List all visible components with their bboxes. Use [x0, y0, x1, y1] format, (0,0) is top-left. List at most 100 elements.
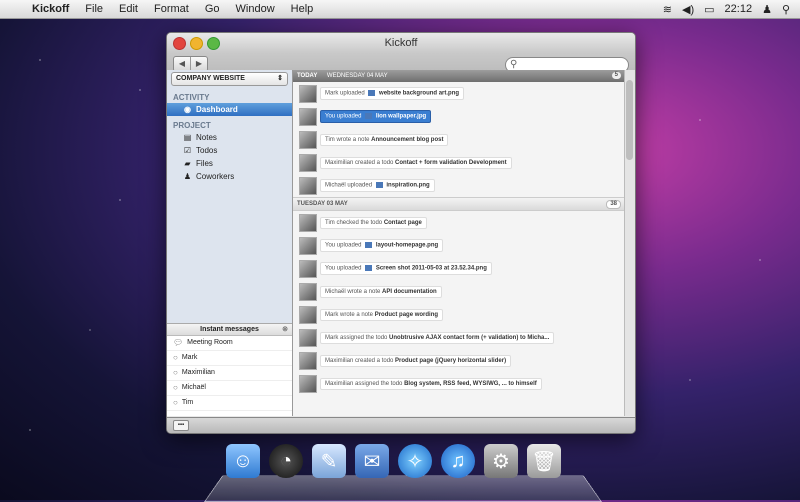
menu-help[interactable]: Help	[283, 3, 322, 15]
sidebar-item-todos[interactable]: ☑ Todos	[167, 144, 292, 157]
project-select[interactable]: COMPANY WEBSITE ⇕	[171, 72, 288, 86]
feed-item-subject[interactable]: Product page (jQuery horizontal slider)	[395, 358, 506, 364]
zoom-button[interactable]	[207, 37, 220, 50]
finder-icon[interactable]: ☺	[226, 444, 260, 478]
chat-bubble-icon: 💬︎	[173, 338, 184, 347]
battery-icon[interactable]: ▭	[704, 3, 714, 16]
feed-item-text: You uploaded layout-homepage.png	[320, 239, 444, 252]
day-header-label: TUESDAY 03 MAY	[297, 201, 348, 207]
feed-item-subject[interactable]: lion wallpaper.jpg	[376, 114, 426, 120]
feed-item-text: You uploaded Screen shot 2011-05-03 at 2…	[320, 262, 492, 275]
close-icon[interactable]: ⊗	[282, 324, 288, 335]
wifi-icon[interactable]: ≋	[663, 3, 672, 16]
feed-item-subject[interactable]: Contact + form validation Development	[395, 160, 507, 166]
im-contact-mark[interactable]: ○ Mark	[167, 351, 292, 366]
menu-format[interactable]: Format	[146, 3, 197, 15]
traffic-lights	[173, 37, 220, 50]
feed-item-prefix: You uploaded	[325, 113, 362, 120]
address-book-icon[interactable]: ✎	[312, 444, 346, 478]
avatar	[299, 305, 317, 324]
feed-item[interactable]: Maximilian assigned the todo Blog system…	[293, 372, 625, 395]
feed-scrollbar[interactable]	[624, 70, 635, 416]
clock[interactable]: 22:12	[725, 3, 753, 15]
trash-icon[interactable]: 🗑︎	[527, 444, 561, 478]
feed-item-subject[interactable]: website background art.png	[379, 91, 459, 97]
updown-arrow-icon: ⇕	[277, 75, 283, 82]
feed-item-prefix: Tim wrote a note	[325, 136, 370, 143]
im-room-meeting[interactable]: 💬︎ Meeting Room	[167, 336, 292, 351]
user-icon[interactable]: ♟	[762, 3, 772, 16]
feed-item[interactable]: Maximilian created a todo Contact + form…	[293, 151, 625, 174]
scroll-thumb[interactable]	[626, 80, 633, 160]
im-contact-maximilian[interactable]: ○ Maximilian	[167, 366, 292, 381]
feed-item[interactable]: Michaël wrote a note API documentation	[293, 280, 625, 303]
volume-icon[interactable]: ◀)	[682, 3, 694, 16]
sidebar-item-files[interactable]: ▰ Files	[167, 157, 292, 170]
notes-icon: ▤	[183, 133, 192, 142]
dashboard-icon: ◉	[184, 105, 191, 114]
action-menu-button[interactable]: ▪▪▪	[173, 420, 189, 431]
feed-item-text: Michaël uploaded inspiration.png	[320, 179, 435, 192]
sidebar-item-coworkers[interactable]: ♟ Coworkers	[167, 170, 292, 183]
feed-item-subject[interactable]: Screen shot 2011-05-03 at 23.52.34.png	[376, 266, 487, 272]
avatar	[299, 259, 317, 278]
activity-heading: ACTIVITY	[173, 93, 210, 102]
feed-item[interactable]: You uploaded lion wallpaper.jpg	[293, 105, 625, 128]
feed-item[interactable]: You uploaded layout-homepage.png	[293, 234, 625, 257]
itunes-icon[interactable]: ♫	[441, 444, 475, 478]
feed-item[interactable]: You uploaded Screen shot 2011-05-03 at 2…	[293, 257, 625, 280]
im-contact-michael[interactable]: ○ Michaël	[167, 381, 292, 396]
im-row-label: Tim	[181, 399, 194, 406]
sidebar-item-label: Todos	[196, 146, 218, 155]
activity-feed: TODAY WEDNESDAY 04 MAY 5 Mark uploaded w…	[293, 70, 625, 416]
im-row-label: Michaël	[181, 384, 206, 391]
avatar	[299, 130, 317, 149]
system-preferences-icon[interactable]: ⚙	[484, 444, 518, 478]
feed-item-prefix: Mark wrote a note	[325, 311, 374, 318]
file-icon	[375, 182, 383, 189]
feed-item[interactable]: Mark assigned the todo Unobtrusive AJAX …	[293, 326, 625, 349]
close-button[interactable]	[173, 37, 186, 50]
feed-item-text: You uploaded lion wallpaper.jpg	[320, 110, 432, 123]
menu-edit[interactable]: Edit	[111, 3, 146, 15]
menu-window[interactable]: Window	[228, 3, 283, 15]
count-badge: 5	[611, 72, 621, 79]
mail-icon[interactable]: ✉	[355, 444, 389, 478]
feed-item[interactable]: Mark wrote a note Product page wording	[293, 303, 625, 326]
minimize-button[interactable]	[190, 37, 203, 50]
spotlight-icon[interactable]: ⚲	[782, 3, 790, 16]
feed-item-text: Mark wrote a note Product page wording	[320, 308, 444, 321]
kickoff-window: Kickoff ◀ ▶ ⚲ COMPANY WEBSITE ⇕ ACTIVITY…	[166, 32, 636, 434]
feed-item-subject[interactable]: inspiration.png	[386, 183, 429, 189]
sidebar-item-dashboard[interactable]: ◉ Dashboard	[167, 103, 292, 116]
window-titlebar[interactable]: Kickoff	[167, 33, 635, 53]
feed-item-subject[interactable]: layout-homepage.png	[376, 243, 438, 249]
chat-bubble-icon: ○	[173, 353, 178, 362]
safari-icon[interactable]: ✧	[398, 444, 432, 478]
dashboard-app-icon[interactable]: ◔	[269, 444, 303, 478]
menu-go[interactable]: Go	[197, 3, 228, 15]
im-contact-tim[interactable]: ○ Tim	[167, 396, 292, 411]
feed-item-subject[interactable]: Product page wording	[375, 312, 438, 318]
project-select-label: COMPANY WEBSITE	[176, 75, 245, 82]
menu-file[interactable]: File	[77, 3, 111, 15]
menubar: Kickoff File Edit Format Go Window Help …	[0, 0, 800, 19]
instant-messages-title: Instant messages	[200, 326, 259, 333]
feed-item[interactable]: Maximilian created a todo Product page (…	[293, 349, 625, 372]
feed-item-subject[interactable]: Blog system, RSS feed, WYSIWG, ... to hi…	[404, 381, 537, 387]
feed-item[interactable]: Tim wrote a note Announcement blog post	[293, 128, 625, 151]
feed-item-subject[interactable]: Contact page	[384, 220, 422, 226]
feed-item[interactable]: Michaël uploaded inspiration.png	[293, 174, 625, 197]
status-area: ≋ ◀) ▭ 22:12 ♟ ⚲	[663, 3, 800, 16]
back-arrow-icon[interactable]: ◀	[174, 57, 190, 71]
feed-item-subject[interactable]: Announcement blog post	[371, 137, 443, 143]
menu-app-name[interactable]: Kickoff	[24, 3, 77, 15]
feed-item-subject[interactable]: API documentation	[382, 289, 437, 295]
avatar	[299, 351, 317, 370]
feed-item-subject[interactable]: Unobtrusive AJAX contact form (+ validat…	[389, 335, 549, 341]
forward-arrow-icon[interactable]: ▶	[190, 57, 207, 71]
feed-item[interactable]: Tim checked the todo Contact page	[293, 211, 625, 234]
avatar	[299, 176, 317, 195]
sidebar-item-notes[interactable]: ▤ Notes	[167, 131, 292, 144]
feed-item[interactable]: Mark uploaded website background art.png	[293, 82, 625, 105]
